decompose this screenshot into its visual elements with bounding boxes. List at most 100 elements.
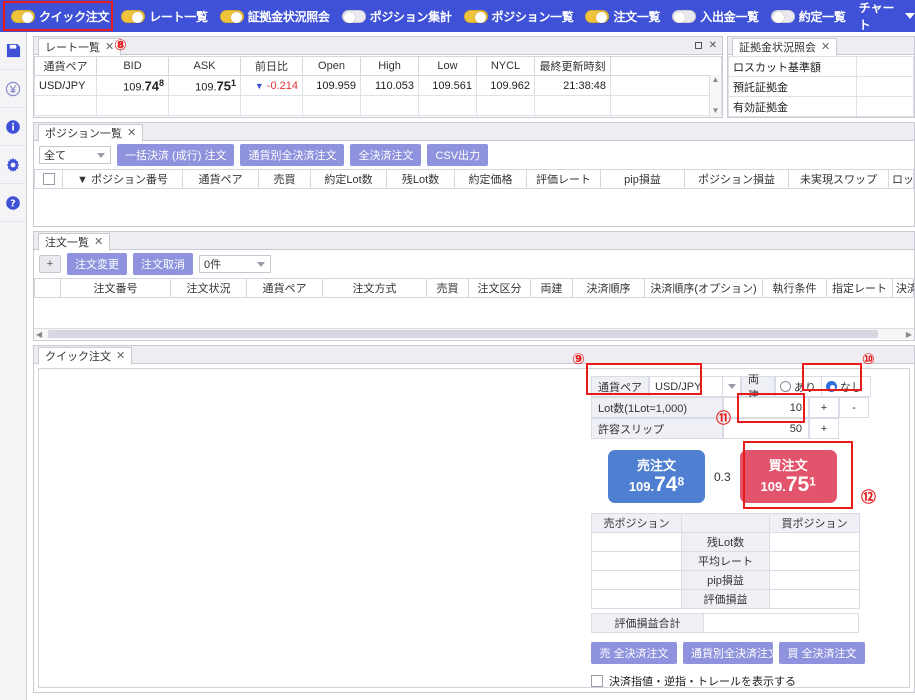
col-position-number[interactable]: ▼ ポジション番号 bbox=[62, 169, 183, 189]
settle-all-button[interactable]: 全決済注文 bbox=[350, 143, 422, 166]
col-execution-condition: 執行条件 bbox=[762, 278, 827, 298]
toolbar-item-quick-order[interactable]: クイック注文 bbox=[6, 6, 114, 27]
cell-low: 109.561 bbox=[418, 75, 477, 96]
col-nycl: NYCL bbox=[476, 56, 535, 76]
toolbar-item-position-list[interactable]: ポジション一覧 bbox=[459, 6, 579, 27]
table-row: 預託証拠金 bbox=[728, 76, 914, 97]
toggle-icon-position-list[interactable] bbox=[463, 9, 488, 23]
tab-order-list[interactable]: 注文一覧 ✕ bbox=[38, 232, 111, 251]
settle-by-currency-button[interactable]: 通貨別全決済注文 bbox=[240, 143, 345, 166]
order-tabbar: 注文一覧 ✕ bbox=[34, 232, 914, 251]
cell-empty bbox=[34, 95, 97, 116]
bulk-settle-market-order-button[interactable]: 一括決済 (成行) 注文 bbox=[117, 143, 235, 166]
scroll-up-icon[interactable]: ▲ bbox=[710, 75, 721, 84]
add-order-button[interactable]: + bbox=[39, 254, 61, 273]
toolbar-item-order-list[interactable]: 注文一覧 bbox=[580, 6, 665, 27]
buy-order-button[interactable]: 買注文 109.751 bbox=[739, 450, 837, 503]
toolbar-item-execution-list[interactable]: 約定一覧 bbox=[766, 6, 851, 27]
hedge-option-no[interactable]: なし bbox=[821, 376, 871, 397]
scroll-right-icon[interactable]: ▶ bbox=[906, 330, 912, 339]
pair-dropdown-button[interactable] bbox=[723, 376, 741, 397]
gear-icon[interactable] bbox=[0, 146, 27, 184]
close-icon[interactable]: ✕ bbox=[105, 40, 114, 53]
table-row: 平均レート bbox=[591, 551, 860, 571]
cell-buy-pip-pl bbox=[769, 570, 860, 590]
annotation-11: ⑪ bbox=[716, 409, 732, 427]
tab-position-list[interactable]: ポジション一覧 ✕ bbox=[38, 123, 144, 142]
rate-list-scrollbar[interactable]: ▲ ▼ bbox=[709, 75, 721, 117]
slip-increment-button[interactable]: + bbox=[809, 418, 839, 439]
position-filter-select[interactable]: 全て bbox=[39, 145, 111, 164]
head-buy-position: 買ポジション bbox=[769, 513, 860, 533]
col-side: 売買 bbox=[426, 278, 469, 298]
modify-order-button[interactable]: 注文変更 bbox=[67, 252, 127, 275]
cell-buy-avg-rate bbox=[769, 551, 860, 571]
cell-value bbox=[856, 96, 914, 117]
lot-input[interactable]: 10 bbox=[723, 397, 809, 418]
table-header-row: 通貨ペア BID ASK 前日比 Open High Low NYCL 最終更新… bbox=[34, 56, 722, 76]
radio-icon-hedge-no[interactable] bbox=[826, 381, 837, 392]
toolbar-item-chart[interactable]: チャート bbox=[859, 0, 915, 33]
order-count-select[interactable]: 0件 bbox=[199, 254, 271, 273]
toggle-icon-quick-order[interactable] bbox=[11, 9, 35, 23]
slip-input[interactable]: 50 bbox=[723, 418, 809, 439]
toggle-icon-rate-list[interactable] bbox=[121, 9, 146, 23]
tab-rate-list[interactable]: レート一覧 ✕ bbox=[38, 37, 122, 56]
lot-increment-button[interactable]: + bbox=[809, 397, 839, 418]
col-select-all[interactable] bbox=[34, 169, 63, 189]
pair-value[interactable]: USD/JPY bbox=[649, 376, 723, 397]
toggle-icon-position-summary[interactable] bbox=[341, 9, 366, 23]
lot-decrement-button[interactable]: - bbox=[839, 397, 869, 418]
cell-change: ▼ -0.214 bbox=[240, 75, 303, 96]
maximize-icon[interactable] bbox=[694, 42, 702, 49]
cell-ask[interactable]: 109.751 bbox=[168, 75, 241, 96]
tab-label: ポジション一覧 bbox=[45, 127, 122, 140]
close-icon[interactable]: ✕ bbox=[116, 349, 125, 362]
close-icon[interactable]: ✕ bbox=[94, 235, 103, 248]
radio-icon-hedge-yes[interactable] bbox=[780, 381, 791, 392]
toolbar-item-position-summary[interactable]: ポジション集計 bbox=[337, 6, 457, 27]
tab-quick-order[interactable]: クイック注文 ✕ bbox=[38, 346, 133, 365]
settle-buttons-row: 売 全決済注文 通貨別全決済注文 買 全決済注文 bbox=[591, 642, 871, 664]
toggle-icon-margin-status[interactable] bbox=[219, 9, 244, 23]
csv-export-button[interactable]: CSV出力 bbox=[427, 143, 489, 166]
sell-order-button[interactable]: 売注文 109.748 bbox=[608, 450, 705, 503]
cell-bid[interactable]: 109.748 bbox=[96, 75, 169, 96]
col-specified-rate: 指定レート bbox=[826, 278, 893, 298]
save-icon[interactable] bbox=[0, 32, 27, 70]
cell-blank bbox=[610, 75, 722, 96]
toolbar-item-margin-status[interactable]: 証拠金状況照会 bbox=[215, 6, 335, 27]
cell-empty bbox=[476, 95, 535, 116]
order-list-hscrollbar[interactable]: ◀ ▶ bbox=[34, 328, 914, 339]
close-icon[interactable]: ✕ bbox=[709, 40, 717, 51]
toggle-icon-order-list[interactable] bbox=[585, 9, 610, 23]
cell-updated: 21:38:48 bbox=[534, 75, 611, 96]
yen-icon[interactable] bbox=[0, 70, 27, 108]
show-settle-options-row[interactable]: 決済指値・逆指・トレールを表示する bbox=[591, 673, 871, 689]
cancel-order-button[interactable]: 注文取消 bbox=[133, 252, 193, 275]
hedge-option-yes[interactable]: あり bbox=[775, 376, 821, 397]
toggle-icon-execution-list[interactable] bbox=[770, 9, 795, 23]
scroll-down-icon[interactable]: ▼ bbox=[710, 106, 721, 115]
toolbar-item-cash-flow[interactable]: 入出金一覧 bbox=[667, 6, 764, 27]
col-high: High bbox=[360, 56, 419, 76]
table-row[interactable]: USD/JPY 109.748 109.751 ▼ -0.214 109.959… bbox=[34, 75, 722, 96]
checkbox-icon[interactable] bbox=[42, 173, 55, 186]
checkbox-icon-show-settle-options[interactable] bbox=[591, 675, 603, 687]
cell-empty bbox=[534, 95, 611, 116]
close-icon[interactable]: ✕ bbox=[821, 40, 830, 53]
scroll-left-icon[interactable]: ◀ bbox=[36, 330, 42, 339]
tab-margin-status[interactable]: 証拠金状況照会 ✕ bbox=[732, 37, 838, 56]
col-settle: 決済 bbox=[892, 278, 914, 298]
scroll-thumb[interactable] bbox=[48, 330, 878, 338]
toggle-icon-cash-flow[interactable] bbox=[672, 9, 697, 23]
cell-high: 110.053 bbox=[360, 75, 419, 96]
buy-settle-all-button[interactable]: 買 全決済注文 bbox=[779, 642, 865, 664]
quick-order-panel: クイック注文 ✕ 通貨ペア USD/JPY 両建 あり なし Lot数(1Lot… bbox=[33, 345, 915, 693]
toolbar-item-rate-list[interactable]: レート一覧 bbox=[116, 6, 213, 27]
info-icon[interactable] bbox=[0, 108, 27, 146]
help-icon[interactable]: ? bbox=[0, 184, 27, 222]
sell-settle-all-button[interactable]: 売 全決済注文 bbox=[591, 642, 677, 664]
close-icon[interactable]: ✕ bbox=[127, 126, 136, 139]
settle-by-currency-button[interactable]: 通貨別全決済注文 bbox=[683, 642, 779, 664]
